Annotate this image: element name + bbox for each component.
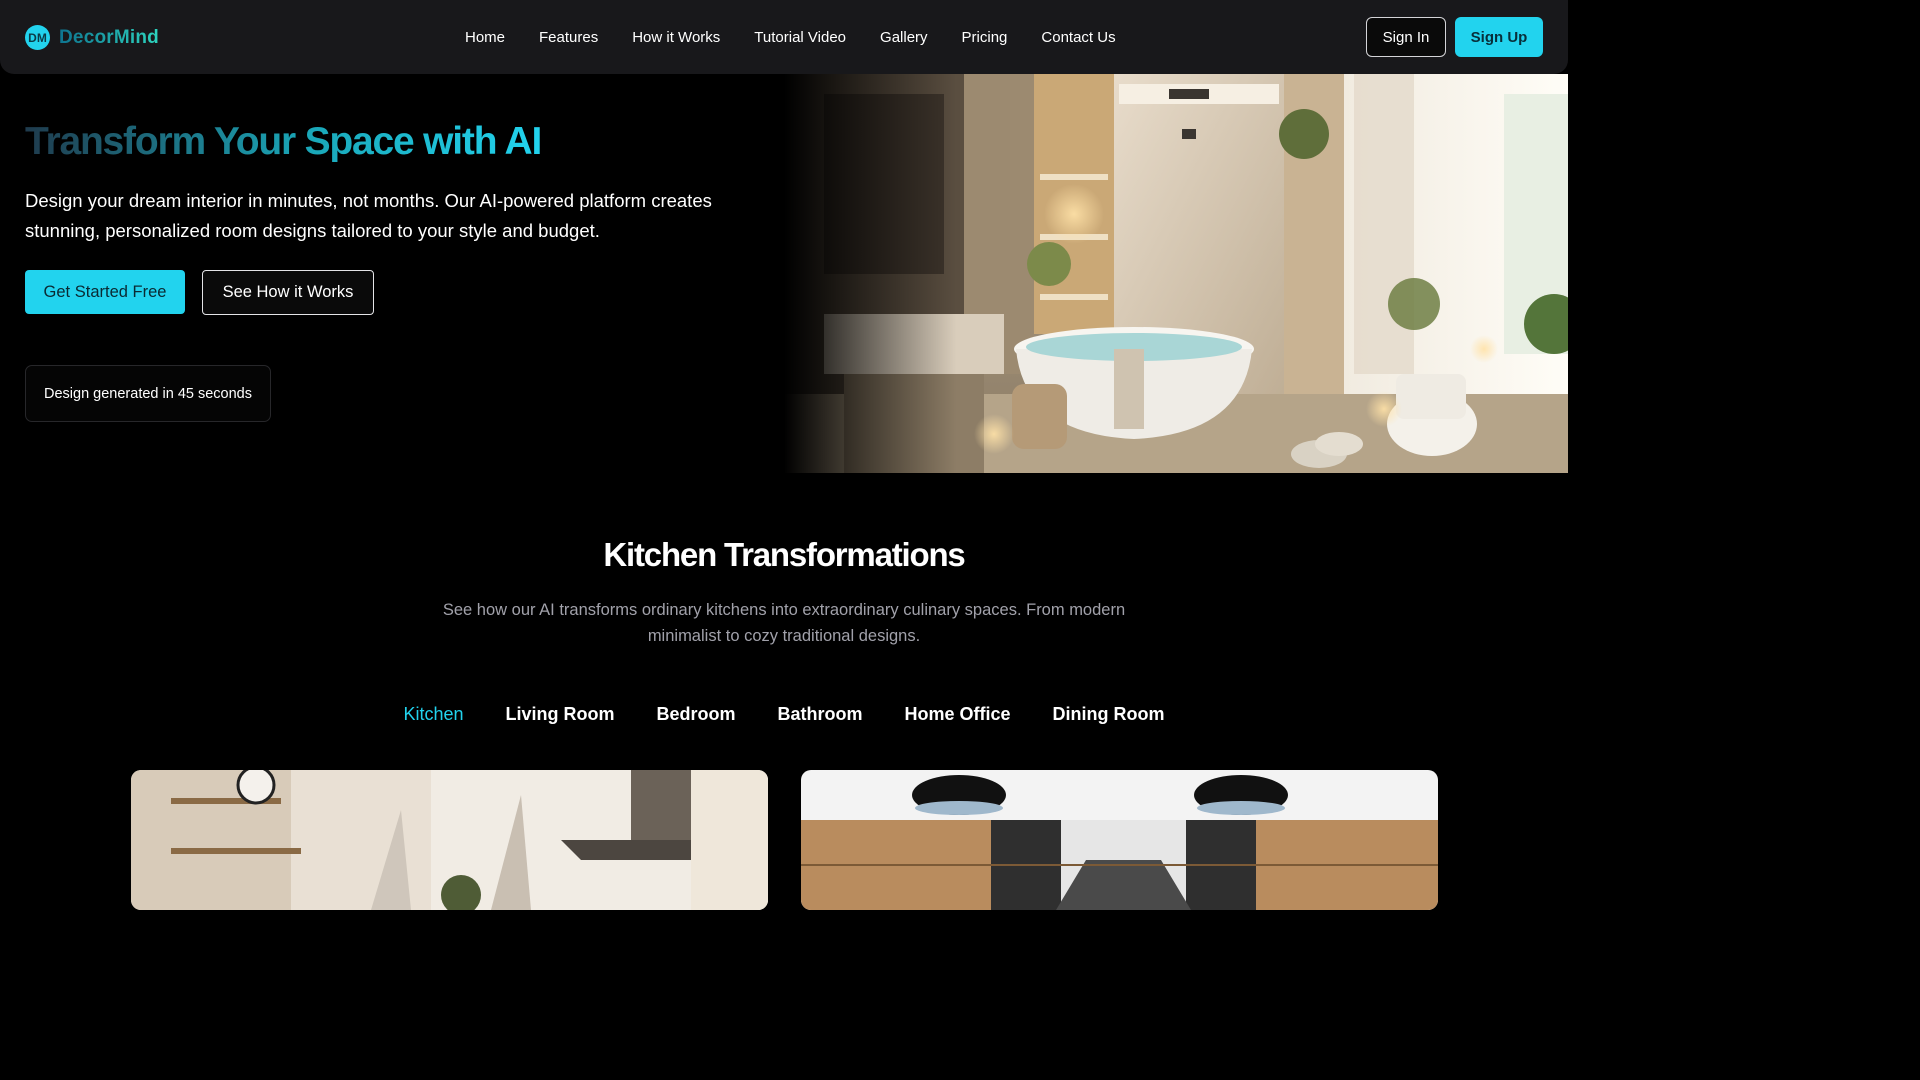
sign-up-button[interactable]: Sign Up <box>1455 17 1543 57</box>
hero-bathroom-image <box>784 74 1568 473</box>
sign-in-button[interactable]: Sign In <box>1366 17 1446 57</box>
tab-home-office[interactable]: Home Office <box>905 704 1011 725</box>
nav-link-home[interactable]: Home <box>465 29 505 46</box>
nav-links: Home Features How it Works Tutorial Vide… <box>448 0 1133 74</box>
section-subtitle: See how our AI transforms ordinary kitch… <box>442 601 1126 645</box>
kitchen-before-image[interactable] <box>131 770 768 910</box>
nav-link-gallery[interactable]: Gallery <box>880 29 928 46</box>
brand-name: DecorMind <box>59 26 159 48</box>
nav-link-pricing[interactable]: Pricing <box>962 29 1008 46</box>
nav-link-tutorial-video[interactable]: Tutorial Video <box>754 29 846 46</box>
get-started-button[interactable]: Get Started Free <box>25 270 185 314</box>
generation-time-badge: Design generated in 45 seconds <box>25 365 271 422</box>
see-how-it-works-button[interactable]: See How it Works <box>202 270 374 315</box>
tab-dining-room[interactable]: Dining Room <box>1053 704 1165 725</box>
tab-kitchen[interactable]: Kitchen <box>403 704 463 725</box>
tab-living-room[interactable]: Living Room <box>506 704 615 725</box>
tab-bedroom[interactable]: Bedroom <box>657 704 736 725</box>
kitchen-after-image[interactable] <box>801 770 1438 910</box>
hero-subtitle: Design your dream interior in minutes, n… <box>25 190 712 241</box>
top-navbar: DM DecorMind Home Features How it Works … <box>0 0 1568 74</box>
section-title: Kitchen Transformations <box>603 536 965 573</box>
brand-badge-icon: DM <box>25 25 50 50</box>
nav-link-how-it-works[interactable]: How it Works <box>632 29 720 46</box>
nav-link-features[interactable]: Features <box>539 29 598 46</box>
brand-logo[interactable]: DM DecorMind <box>25 25 159 50</box>
room-tabs: Kitchen Living Room Bedroom Bathroom Hom… <box>0 704 1568 725</box>
tab-bathroom[interactable]: Bathroom <box>778 704 863 725</box>
nav-link-contact-us[interactable]: Contact Us <box>1041 29 1115 46</box>
hero-title: Transform Your Space with AI <box>25 120 542 163</box>
